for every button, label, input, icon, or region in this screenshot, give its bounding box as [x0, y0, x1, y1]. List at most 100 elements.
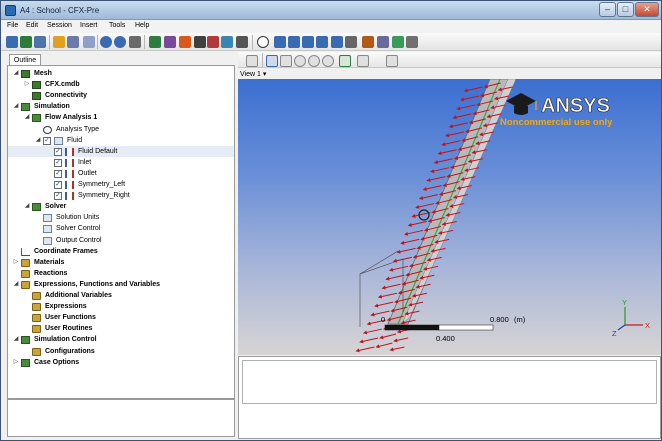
tree-item[interactable]: User Routines [8, 323, 234, 334]
insert-boundary-icon[interactable] [164, 36, 176, 48]
pan-icon[interactable] [280, 55, 292, 67]
tree-item[interactable]: ▷ Materials [8, 257, 234, 268]
minimize-button[interactable]: – [599, 2, 616, 17]
tree-item[interactable]: ◢ Flow Analysis 1 [8, 112, 234, 123]
reload-mesh-icon[interactable] [67, 36, 79, 48]
coordinate-frame-icon[interactable] [362, 36, 374, 48]
view-selector[interactable]: View 1 ▾ [240, 70, 266, 78]
maximize-button[interactable]: □ [617, 2, 634, 17]
settings-icon[interactable] [386, 55, 398, 67]
3d-viewport[interactable]: ANSYS Noncommercial use only 0 0.400 0.8… [238, 79, 661, 355]
zoom-fit-icon[interactable] [322, 55, 334, 67]
insert-reaction-icon[interactable] [221, 36, 233, 48]
expand-arrow-icon[interactable]: ▷ [23, 79, 31, 90]
menu-file[interactable]: File [7, 22, 18, 29]
visibility-checkbox[interactable]: ✓ [54, 158, 62, 167]
tree-item[interactable]: Connectivity [8, 90, 234, 101]
mesh-tools-icon[interactable] [83, 36, 95, 48]
tree-item[interactable]: ✓ Outlet [8, 168, 234, 179]
tree-item[interactable]: Additional Variables [8, 290, 234, 301]
define-run-icon[interactable] [406, 36, 418, 48]
tree-item[interactable]: ◢ Mesh [8, 68, 234, 79]
insert-material-icon[interactable] [207, 36, 219, 48]
expand-arrow-icon[interactable]: ▷ [12, 357, 20, 368]
open-case-icon[interactable] [20, 36, 32, 48]
tree-item[interactable]: ◢ Expressions, Functions and Variables [8, 279, 234, 290]
tree-item[interactable]: ◢ Simulation [8, 101, 234, 112]
solution-units-icon[interactable] [331, 36, 343, 48]
redo-icon[interactable] [114, 36, 126, 48]
viewport-layout-icon[interactable] [357, 55, 369, 67]
insert-expression-icon[interactable] [236, 36, 248, 48]
visibility-checkbox[interactable]: ✓ [43, 136, 51, 145]
transform-mesh-icon[interactable] [377, 36, 389, 48]
boundary-arrow [393, 337, 409, 343]
expand-arrow-icon[interactable]: ▷ [12, 257, 20, 268]
tree-item[interactable]: ◢ ✓ Fluid [8, 135, 234, 146]
write-solver-file-icon[interactable] [392, 36, 404, 48]
tree-item[interactable]: Expressions [8, 301, 234, 312]
tree-item-label: Output Control [56, 236, 102, 244]
monitor-icon[interactable] [302, 36, 314, 48]
visibility-checkbox[interactable]: ✓ [54, 181, 62, 189]
fit-view-icon[interactable] [339, 55, 351, 67]
tree-item[interactable]: ✓ Fluid Default [8, 145, 234, 157]
collapse-arrow-icon[interactable]: ◢ [12, 334, 20, 345]
visibility-checkbox[interactable]: ✓ [54, 147, 62, 156]
zoom-box-icon[interactable] [308, 55, 320, 67]
outline-tree[interactable]: ◢ Mesh ▷ CFX.cmdb Connectivity ◢ Simulation ◢ Fl… [7, 65, 235, 399]
tree-item[interactable]: ◢ Simulation Control [8, 334, 234, 345]
plain-icon [43, 236, 52, 245]
tree-item[interactable]: Configurations [8, 346, 234, 357]
scale-tick-end: 0.800 [490, 315, 509, 324]
tree-item[interactable]: ◢ Solver [8, 201, 234, 212]
tree-item[interactable]: Coordinate Frames [8, 246, 234, 257]
title-bar[interactable]: A4 : School - CFX-Pre – □ ✕ [1, 1, 661, 20]
menu-insert[interactable]: Insert [80, 22, 98, 29]
collapse-arrow-icon[interactable]: ◢ [23, 201, 31, 212]
initialization-icon[interactable] [345, 36, 357, 48]
tree-item[interactable]: User Functions [8, 312, 234, 323]
collapse-arrow-icon[interactable]: ◢ [12, 68, 20, 79]
analysis-type-icon[interactable] [257, 36, 269, 48]
visibility-checkbox[interactable]: ✓ [54, 169, 62, 178]
zoom-icon[interactable] [294, 55, 306, 67]
select-icon[interactable] [246, 55, 258, 67]
tree-item[interactable]: Solution Units [8, 212, 234, 223]
tree-item[interactable]: ▷ CFX.cmdb [8, 79, 234, 90]
collapse-arrow-icon[interactable]: ◢ [34, 135, 42, 146]
collapse-arrow-icon[interactable]: ◢ [12, 101, 20, 112]
close-case-icon[interactable] [129, 36, 141, 48]
folder-icon [21, 269, 30, 278]
insert-interface-icon[interactable] [194, 36, 206, 48]
tree-item[interactable]: Solver Control [8, 223, 234, 234]
tree-item[interactable]: Analysis Type [8, 124, 234, 135]
collapse-arrow-icon[interactable]: ◢ [23, 112, 31, 123]
output-control-icon[interactable] [288, 36, 300, 48]
solver-control-icon[interactable] [274, 36, 286, 48]
collapse-arrow-icon[interactable]: ◢ [12, 279, 20, 290]
close-button[interactable]: ✕ [635, 2, 659, 17]
tree-item[interactable]: ✓ Symmetry_Left [8, 179, 234, 190]
insert-subdomain-icon[interactable] [179, 36, 191, 48]
tree-item[interactable]: Reactions [8, 268, 234, 279]
menu-tools[interactable]: Tools [109, 22, 125, 29]
save-case-icon[interactable] [34, 36, 46, 48]
insert-domain-icon[interactable] [149, 36, 161, 48]
execution-control-icon[interactable] [316, 36, 328, 48]
rotate-icon[interactable] [266, 55, 278, 67]
tree-item[interactable]: ✓ Symmetry_Right [8, 190, 234, 201]
boundary-arrow [377, 292, 397, 299]
tree-item[interactable]: Output Control [8, 235, 234, 246]
tree-item[interactable]: ✓ Inlet [8, 157, 234, 168]
axis-y-label: Y [622, 298, 627, 307]
menu-session[interactable]: Session [47, 22, 72, 29]
menu-edit[interactable]: Edit [26, 22, 38, 29]
undo-icon[interactable] [100, 36, 112, 48]
visibility-checkbox[interactable]: ✓ [54, 192, 62, 201]
menu-help[interactable]: Help [135, 22, 149, 29]
green-edge-line [397, 79, 501, 325]
new-case-icon[interactable] [6, 36, 18, 48]
import-mesh-icon[interactable] [53, 36, 65, 48]
tree-item[interactable]: ▷ Case Options [8, 357, 234, 368]
